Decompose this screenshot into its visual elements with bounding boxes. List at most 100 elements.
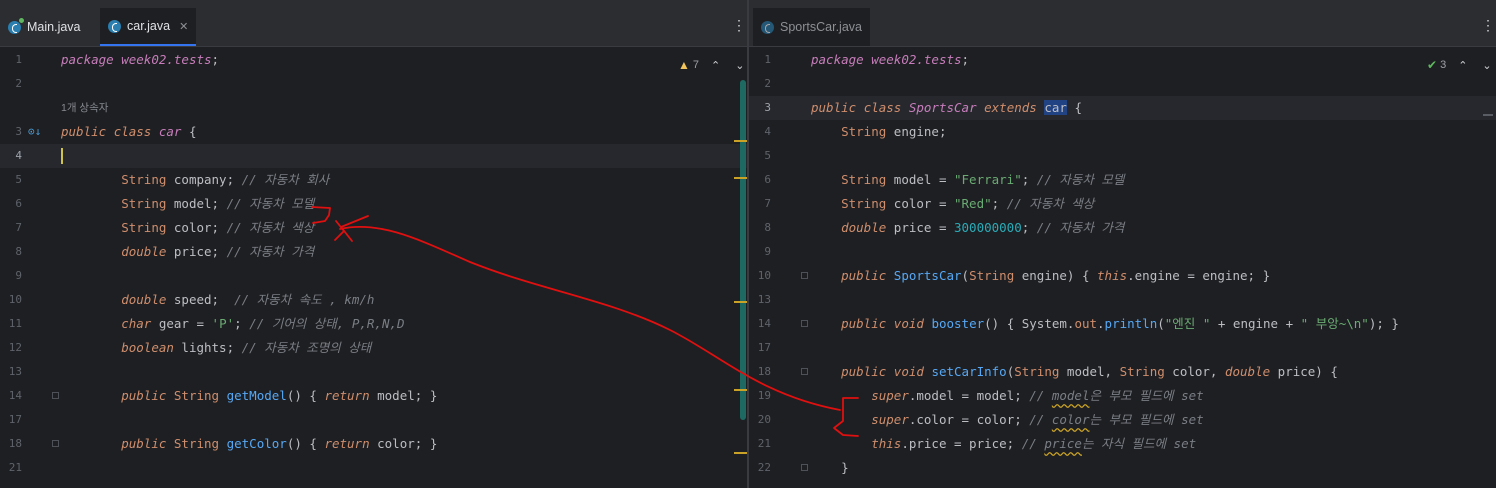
code-line[interactable]: 11 char gear = 'P'; // 기어의 상태, P,R,N,D <box>0 312 747 336</box>
code-line[interactable]: 7 String color; // 자동차 색상 <box>0 216 747 240</box>
code-token: ( <box>961 268 970 283</box>
code-line[interactable]: 4 <box>0 144 747 168</box>
code-line[interactable]: 5 String company; // 자동차 회사 <box>0 168 747 192</box>
tab-main-java[interactable]: Main.java <box>0 8 89 46</box>
code-token: } <box>811 460 849 475</box>
code-line[interactable]: 18 public void setCarInfo(String model, … <box>749 360 1496 384</box>
code-line[interactable]: 14 public String getModel() { return mod… <box>0 384 747 408</box>
code-line[interactable]: 21 this.price = price; // price는 자식 필드에 … <box>749 432 1496 456</box>
code-token: String <box>969 268 1015 283</box>
right-tab-bar: SportsCar.java ⋮ <box>749 0 1496 47</box>
line-number: 7 <box>15 221 22 234</box>
fold-toggle-icon[interactable] <box>52 392 59 399</box>
code-line[interactable]: 17 <box>749 336 1496 360</box>
line-number: 2 <box>764 77 771 90</box>
left-code-editor[interactable]: 1 package week02.tests; 2 1개 상속자 3 public cla… <box>0 48 747 488</box>
override-gutter-icon[interactable]: ⊙↓ <box>28 126 41 137</box>
code-token: color; <box>166 220 227 235</box>
code-text: super.model = model; // model은 부모 필드에 se… <box>811 384 1203 408</box>
inheritors-hint[interactable]: 1개 상속자 <box>61 96 108 120</box>
code-line[interactable]: 6 String model; // 자동차 모델 <box>0 192 747 216</box>
code-token: color, <box>1164 364 1225 379</box>
code-line[interactable]: 6 String model = "Ferrari"; // 자동차 모델 <box>749 168 1496 192</box>
fold-toggle-icon[interactable] <box>801 464 808 471</box>
code-line[interactable]: 8 double price = 300000000; // 자동차 가격 <box>749 216 1496 240</box>
code-token: { <box>1066 100 1082 115</box>
code-line[interactable]: 5 <box>749 144 1496 168</box>
code-line[interactable]: 3 public class car {⊙↓ <box>0 120 747 144</box>
code-token: char <box>121 316 152 331</box>
inheritors-hint-row[interactable]: 1개 상속자 <box>0 96 747 120</box>
code-text: char gear = 'P'; // 기어의 상태, P,R,N,D <box>61 312 404 336</box>
code-token: . <box>1097 316 1105 331</box>
code-line[interactable]: 3 public class SportsCar extends car { <box>749 96 1496 120</box>
code-line[interactable]: 22 } <box>749 456 1496 480</box>
line-number: 9 <box>764 245 771 258</box>
code-line[interactable]: 18 public String getColor() { return col… <box>0 432 747 456</box>
code-token: car <box>158 124 182 139</box>
code-line[interactable]: 14 public void booster() { System.out.pr… <box>749 312 1496 336</box>
line-number: 9 <box>15 269 22 282</box>
code-token: public <box>121 436 167 451</box>
line-number: 6 <box>15 197 22 210</box>
code-line[interactable]: 19 super.model = model; // model은 부모 필드에… <box>749 384 1496 408</box>
code-token: 'P' <box>211 316 235 331</box>
code-token: SportsCar <box>908 100 977 115</box>
code-line[interactable]: 7 String color = "Red"; // 자동차 색상 <box>749 192 1496 216</box>
code-text: } <box>811 456 849 480</box>
fold-toggle-icon[interactable] <box>801 368 808 375</box>
code-line[interactable]: 2 <box>749 72 1496 96</box>
code-line[interactable]: 10 public SportsCar(String engine) { thi… <box>749 264 1496 288</box>
fold-toggle-icon[interactable] <box>801 272 808 279</box>
code-token: super <box>871 412 909 427</box>
right-code-editor[interactable]: 1 package week02.tests; 2 3 public class Spo… <box>749 48 1496 488</box>
code-line[interactable]: 10 double speed; // 자동차 속도 , km/h <box>0 288 747 312</box>
code-line[interactable]: 4 String engine; <box>749 120 1496 144</box>
fold-toggle-icon[interactable] <box>52 440 59 447</box>
line-number: 3 <box>764 101 771 114</box>
code-token: "엔진 " <box>1164 316 1211 331</box>
code-token: getColor <box>226 436 287 451</box>
code-token: model = <box>886 172 954 187</box>
code-line[interactable]: 21 <box>0 456 747 480</box>
tab-sportscar-java[interactable]: SportsCar.java <box>753 8 870 46</box>
code-line[interactable]: 1 package week02.tests; <box>0 48 747 72</box>
tab-label: SportsCar.java <box>780 20 862 34</box>
code-token: return <box>324 436 370 451</box>
code-line[interactable]: 20 super.color = color; // color는 부모 필드에… <box>749 408 1496 432</box>
code-line[interactable]: 17 <box>0 408 747 432</box>
code-token: model, <box>1059 364 1120 379</box>
code-token: 는 자식 필드에 set <box>1081 436 1197 451</box>
code-line[interactable]: 9 <box>749 240 1496 264</box>
code-line[interactable]: 1 package week02.tests; <box>749 48 1496 72</box>
code-token: // 자동차 색상 <box>226 220 315 235</box>
scrollbar-thumb[interactable] <box>740 80 746 420</box>
kebab-menu-icon[interactable]: ⋮ <box>732 18 746 32</box>
tab-car-java[interactable]: car.java ✕ <box>100 8 197 46</box>
code-token: .model = model; <box>908 388 1030 403</box>
code-token: String <box>841 172 887 187</box>
code-token: ; <box>1021 172 1037 187</box>
code-line[interactable]: 2 <box>0 72 747 96</box>
kebab-menu-icon[interactable]: ⋮ <box>1481 18 1495 32</box>
fold-toggle-icon[interactable] <box>801 320 808 327</box>
code-line[interactable]: 8 double price; // 자동차 가격 <box>0 240 747 264</box>
code-line[interactable]: 13 <box>749 288 1496 312</box>
code-token: car <box>1044 100 1067 115</box>
code-text: this.price = price; // price는 자식 필드에 set <box>811 432 1196 456</box>
code-text: package week02.tests; <box>61 48 219 72</box>
error-stripe <box>734 452 747 454</box>
code-line[interactable]: 12 boolean lights; // 자동차 조명의 상태 <box>0 336 747 360</box>
code-line[interactable]: 9 <box>0 264 747 288</box>
line-number: 21 <box>8 461 22 474</box>
code-line[interactable]: 13 <box>0 360 747 384</box>
code-token: ); } <box>1368 316 1399 331</box>
close-icon[interactable]: ✕ <box>179 20 188 33</box>
code-token: // 자동차 조명의 상태 <box>241 340 372 355</box>
